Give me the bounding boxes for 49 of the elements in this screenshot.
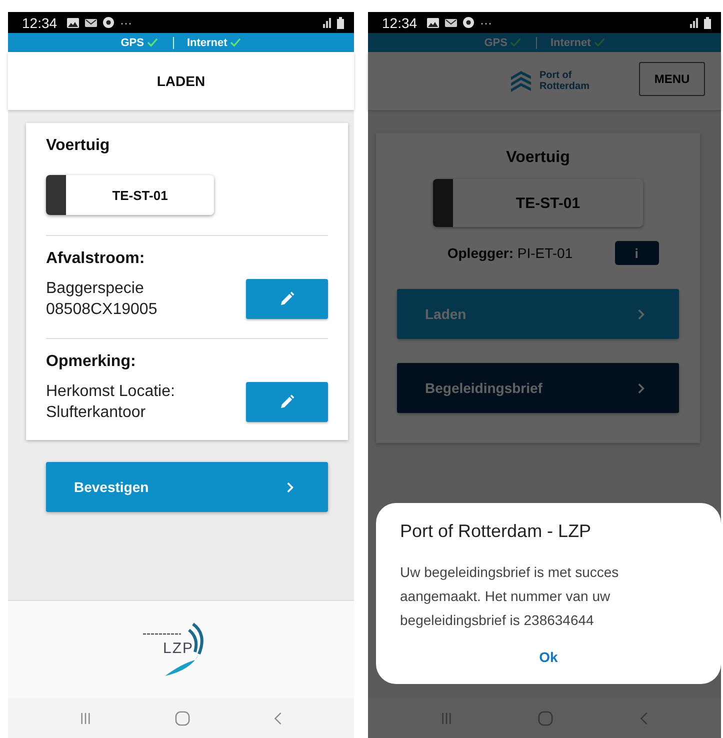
chevron-right-icon bbox=[638, 382, 645, 394]
home-icon[interactable] bbox=[538, 710, 554, 726]
action-button[interactable]: Laden bbox=[397, 289, 679, 339]
pencil-icon bbox=[279, 394, 295, 410]
home-icon[interactable] bbox=[175, 710, 190, 726]
pencil-icon bbox=[279, 291, 295, 307]
recent-apps-icon[interactable] bbox=[80, 712, 91, 724]
chevron-right-icon bbox=[638, 308, 645, 320]
section-value: Herkomst Locatie: Slufterkantoor bbox=[46, 382, 175, 423]
section-value: Baggerspecie 08508CX19005 bbox=[46, 279, 158, 320]
back-icon[interactable] bbox=[274, 712, 282, 724]
browser-icon bbox=[103, 17, 114, 28]
image-icon bbox=[427, 18, 440, 28]
section-heading: Opmerking: bbox=[46, 352, 137, 372]
menu-button[interactable]: MENU bbox=[639, 62, 705, 96]
section-heading: Voertuig bbox=[46, 136, 111, 156]
dialog-title: Port of Rotterdam - LZP bbox=[400, 521, 592, 542]
edit-button[interactable] bbox=[246, 279, 328, 319]
dialog-message: Uw begeleidingsbrief is met succes aangemaakt. Het nummer van uw begeleidingsbrief is 238634644 bbox=[400, 563, 620, 630]
section-heading: Voertuig bbox=[506, 148, 570, 168]
info-button[interactable]: i bbox=[614, 241, 659, 265]
back-icon[interactable] bbox=[640, 712, 648, 724]
license-plate: TE-ST-01 bbox=[46, 175, 214, 215]
page-title: LADEN bbox=[156, 73, 206, 89]
trailer-label: Oplegger: PI-ET-01 bbox=[447, 245, 573, 261]
section-heading: Afvalstroom: bbox=[46, 249, 146, 269]
ok-button[interactable]: Ok bbox=[533, 648, 564, 666]
connection-status: GPS bbox=[120, 36, 144, 48]
message-icon bbox=[85, 18, 98, 28]
port-logo: Port of Rotterdam bbox=[509, 70, 590, 92]
message-icon bbox=[445, 18, 458, 28]
connection-status: Internet bbox=[550, 36, 591, 48]
clock-time: 12:34 bbox=[22, 14, 58, 30]
license-plate: TE-ST-01 bbox=[433, 179, 643, 227]
edit-button[interactable] bbox=[246, 382, 328, 422]
lzp-logo: LZP bbox=[141, 620, 221, 680]
action-button[interactable]: Begeleidingsbrief bbox=[397, 363, 679, 413]
confirm-button[interactable]: Bevestigen bbox=[46, 462, 328, 512]
recent-apps-icon[interactable] bbox=[441, 712, 452, 724]
battery-icon bbox=[704, 16, 711, 28]
clock-time: 12:34 bbox=[382, 14, 418, 30]
more-notifications: ··· bbox=[480, 16, 492, 30]
connection-status: GPS bbox=[484, 36, 508, 48]
connection-status: Internet bbox=[186, 36, 228, 48]
browser-icon bbox=[463, 17, 474, 28]
battery-icon bbox=[337, 16, 344, 28]
more-notifications: ··· bbox=[120, 16, 132, 30]
chevron-right-icon bbox=[287, 482, 294, 492]
image-icon bbox=[67, 18, 80, 28]
